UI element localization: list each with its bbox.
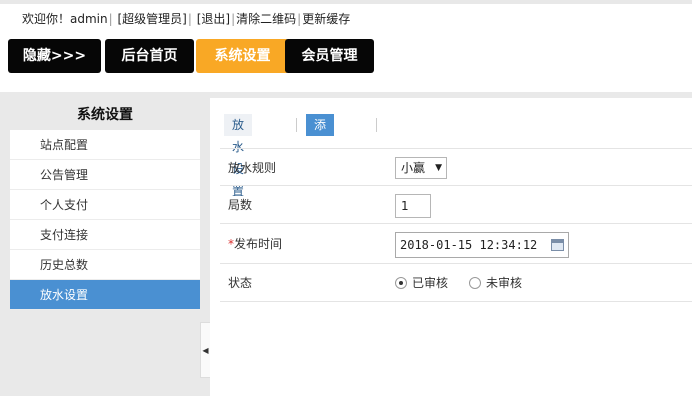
rule-select-value: 小赢 xyxy=(401,161,426,175)
publish-time-value: 2018-01-15 12:34:12 xyxy=(400,238,538,252)
status-unapproved-label: 未审核 xyxy=(486,276,523,290)
sidebar-collapse-handle[interactable]: ◀ xyxy=(200,322,210,378)
radio-checked-icon xyxy=(395,277,407,289)
publish-time-input[interactable]: 2018-01-15 12:34:12 xyxy=(395,232,569,258)
separator: | xyxy=(108,12,113,26)
nav-system-settings-button[interactable]: 系统设置 xyxy=(196,39,289,73)
form-row-status: 状态 已审核 未审核 xyxy=(220,264,692,302)
publish-time-label-text: 发布时间 xyxy=(234,237,283,251)
status-unapproved-radio[interactable]: 未审核 xyxy=(469,276,529,290)
nav-home-button[interactable]: 后台首页 xyxy=(105,39,194,73)
form-row-rule: 放水规则 小赢 ▼ xyxy=(220,148,692,186)
status-label: 状态 xyxy=(228,276,253,290)
nav-hide-button[interactable]: 隐藏>>> xyxy=(8,39,101,73)
tab-release-settings[interactable]: 放水设置 xyxy=(224,114,253,198)
form-row-publish-time: *发布时间 2018-01-15 12:34:12 xyxy=(220,224,692,264)
status-approved-label: 已审核 xyxy=(412,276,449,290)
role-link[interactable]: [超级管理员] xyxy=(117,12,186,26)
sidebar: 系统设置 站点配置 公告管理 个人支付 支付连接 历史总数 放水设置 xyxy=(0,92,210,396)
separator: | xyxy=(231,12,236,26)
sidebar-item-payment-link[interactable]: 支付连接 xyxy=(10,220,200,250)
publish-time-label: *发布时间 xyxy=(228,224,282,264)
rounds-label: 局数 xyxy=(228,198,253,212)
tab-separator xyxy=(376,118,377,132)
rule-label: 放水规则 xyxy=(228,161,277,175)
sidebar-menu: 站点配置 公告管理 个人支付 支付连接 历史总数 放水设置 xyxy=(10,130,200,310)
form-row-rounds: 局数 1 xyxy=(220,186,692,224)
sidebar-item-personal-payment[interactable]: 个人支付 xyxy=(10,190,200,220)
separator: | xyxy=(297,12,302,26)
update-cache-link[interactable]: 更新缓存 xyxy=(302,12,350,26)
status-approved-radio[interactable]: 已审核 xyxy=(395,276,455,290)
sidebar-item-announcements[interactable]: 公告管理 xyxy=(10,160,200,190)
sidebar-title: 系统设置 xyxy=(77,107,133,123)
rule-form: 放水规则 小赢 ▼ 局数 1 *发布时间 2018-01-15 12:34:12… xyxy=(220,148,692,302)
tab-separator xyxy=(296,118,297,132)
user-info-bar: 欢迎你！admin| [超级管理员]| [退出]|清除二维码|更新缓存 xyxy=(22,10,350,26)
tab-add-rule[interactable]: 添加规则 xyxy=(306,114,335,198)
top-divider xyxy=(0,0,692,4)
separator: | xyxy=(187,12,192,26)
sidebar-item-release-settings[interactable]: 放水设置 xyxy=(10,280,200,310)
rounds-input[interactable]: 1 xyxy=(395,194,431,218)
main-content: 放水设置 添加规则 放水规则 小赢 ▼ 局数 1 *发布时间 2018-01-1… xyxy=(210,92,692,396)
logout-link[interactable]: [退出] xyxy=(197,12,230,26)
sidebar-item-site-config[interactable]: 站点配置 xyxy=(10,130,200,160)
chevron-left-icon: ◀ xyxy=(202,346,209,355)
welcome-text: 欢迎你！admin xyxy=(22,12,108,26)
nav-member-management-button[interactable]: 会员管理 xyxy=(285,39,374,73)
radio-unchecked-icon xyxy=(469,277,481,289)
calendar-icon[interactable] xyxy=(551,239,564,251)
sidebar-item-history-total[interactable]: 历史总数 xyxy=(10,250,200,280)
clear-qrcode-link[interactable]: 清除二维码 xyxy=(236,12,296,26)
rule-select[interactable]: 小赢 ▼ xyxy=(395,157,447,179)
chevron-down-icon: ▼ xyxy=(435,163,442,173)
